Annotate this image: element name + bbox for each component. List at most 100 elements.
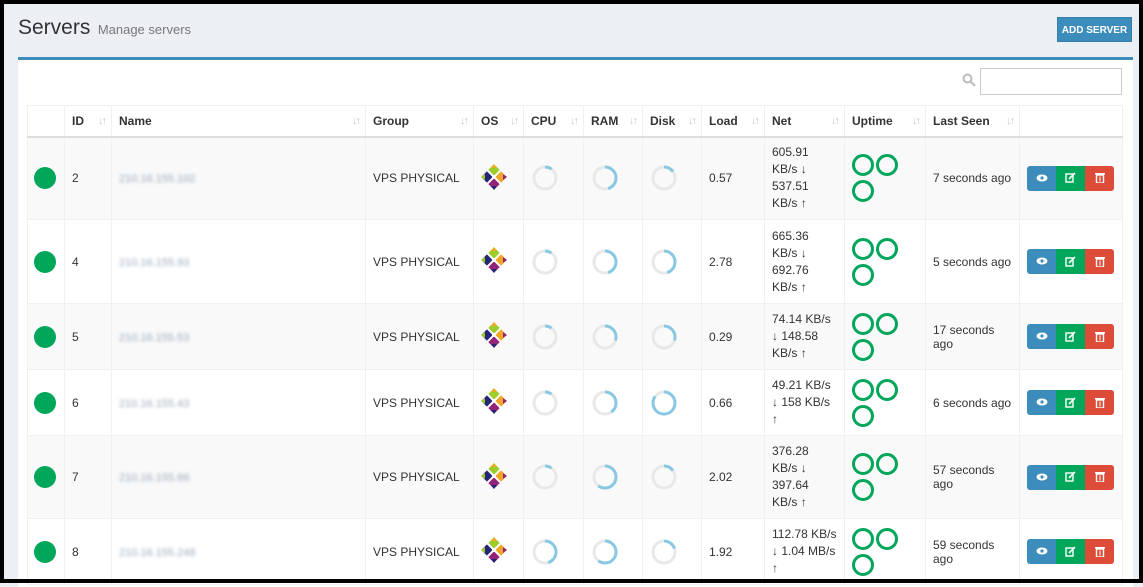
name-cell[interactable]: 210.16.155.248	[111, 518, 366, 585]
delete-button[interactable]	[1085, 324, 1114, 349]
sort-arrows-icon[interactable]: ↓↑	[629, 115, 638, 127]
disk-usage-ring	[651, 464, 677, 490]
sort-arrows-icon[interactable]: ↓↑	[831, 115, 840, 127]
delete-button[interactable]	[1085, 165, 1114, 191]
id-cell: 4	[64, 219, 112, 304]
view-button[interactable]	[1027, 249, 1056, 274]
sort-arrows-icon[interactable]: ↓↑	[460, 115, 469, 127]
sort-arrows-icon[interactable]: ↓↑	[688, 115, 697, 127]
header-ram[interactable]: RAM ↓↑	[583, 105, 643, 138]
uptime-ring-icon	[876, 527, 898, 550]
eye-icon	[1036, 257, 1047, 265]
uptime-rings	[852, 152, 908, 204]
load-cell: 1.92	[701, 518, 765, 585]
server-name-link[interactable]: 210.16.155.43	[119, 398, 189, 410]
header-last-seen[interactable]: Last Seen ↓↑	[925, 105, 1020, 138]
uptime-cell	[844, 518, 926, 585]
view-button[interactable]	[1027, 165, 1056, 191]
group-cell: VPS PHYSICAL	[365, 518, 474, 585]
sort-arrows-icon[interactable]: ↓↑	[751, 115, 760, 127]
name-cell[interactable]: 210.16.155.102	[111, 136, 366, 220]
load-cell: 0.57	[701, 136, 765, 220]
delete-button[interactable]	[1085, 539, 1114, 564]
header-label: Net	[772, 113, 792, 128]
edit-button[interactable]	[1056, 464, 1085, 490]
net-up-value: 148.58 KB/s	[772, 329, 819, 360]
actions-cell	[1019, 219, 1123, 304]
view-button[interactable]	[1027, 539, 1056, 564]
sort-arrows-icon[interactable]: ↓↑	[1006, 115, 1015, 127]
edit-button[interactable]	[1056, 165, 1085, 191]
header-group[interactable]: Group ↓↑	[365, 105, 474, 138]
view-button[interactable]	[1027, 464, 1056, 490]
eye-icon	[1036, 398, 1047, 406]
sort-arrows-icon[interactable]: ↓↑	[510, 115, 519, 127]
last-seen-cell: 57 seconds ago	[925, 435, 1020, 519]
header-actions	[1019, 105, 1123, 138]
header-disk[interactable]: Disk ↓↑	[642, 105, 702, 138]
server-name-link[interactable]: 210.16.155.93	[119, 257, 189, 269]
edit-button[interactable]	[1056, 539, 1085, 564]
name-cell[interactable]: 210.16.155.93	[111, 219, 366, 304]
ram-cell	[583, 518, 643, 585]
load-cell: 0.66	[701, 369, 765, 436]
eye-icon	[1036, 332, 1047, 340]
sort-arrows-icon[interactable]: ↓↑	[352, 115, 361, 127]
header-status	[27, 105, 65, 138]
header-cpu[interactable]: CPU ↓↑	[523, 105, 584, 138]
header-os[interactable]: OS ↓↑	[473, 105, 524, 138]
os-cell	[473, 518, 524, 585]
edit-icon	[1065, 471, 1076, 482]
ram-usage-ring	[592, 165, 618, 191]
status-cell	[27, 518, 65, 585]
sort-arrows-icon[interactable]: ↓↑	[98, 115, 107, 127]
table-header-row: ID ↓↑ Name ↓↑ Group ↓↑ OS ↓↑ CPU ↓↑ RAM ↓↑ Disk ↓↑ Loa…	[27, 105, 1123, 138]
name-cell[interactable]: 210.16.155.43	[111, 369, 366, 436]
cpu-cell	[523, 369, 584, 436]
add-server-button[interactable]: ADD SERVER	[1057, 17, 1132, 42]
delete-button[interactable]	[1085, 249, 1114, 274]
header-uptime[interactable]: Uptime ↓↑	[844, 105, 926, 138]
status-online-dot	[34, 391, 56, 414]
sort-arrows-icon[interactable]: ↓↑	[570, 115, 579, 127]
edit-button[interactable]	[1056, 324, 1085, 349]
disk-cell	[642, 435, 702, 519]
uptime-ring-icon	[852, 154, 874, 177]
sort-arrows-icon[interactable]: ↓↑	[912, 115, 921, 127]
server-name-link[interactable]: 210.16.155.53	[119, 332, 189, 344]
group-cell: VPS PHYSICAL	[365, 136, 474, 220]
delete-button[interactable]	[1085, 464, 1114, 490]
uptime-ring-icon	[852, 527, 874, 550]
header-load[interactable]: Load ↓↑	[701, 105, 765, 138]
group-cell: VPS PHYSICAL	[365, 219, 474, 304]
ram-usage-ring	[592, 324, 618, 349]
view-button[interactable]	[1027, 390, 1056, 415]
edit-icon	[1065, 546, 1076, 557]
delete-button[interactable]	[1085, 390, 1114, 415]
server-name-link[interactable]: 210.16.155.66	[119, 472, 189, 484]
net-cell: 74.14 KB/s ↓ 148.58 KB/s ↑	[764, 303, 845, 370]
header-id[interactable]: ID ↓↑	[64, 105, 112, 138]
header-name[interactable]: Name ↓↑	[111, 105, 366, 138]
cpu-usage-ring	[532, 324, 558, 349]
table-row: 7 210.16.155.66 VPS PHYSICAL 2.02 376.28 KB/…	[27, 435, 1123, 519]
edit-button[interactable]	[1056, 390, 1085, 415]
header-net[interactable]: Net ↓↑	[764, 105, 845, 138]
search-input[interactable]	[980, 68, 1122, 95]
servers-table: ID ↓↑ Name ↓↑ Group ↓↑ OS ↓↑ CPU ↓↑ RAM ↓↑ Disk ↓↑ Loa…	[27, 105, 1123, 585]
uptime-ring-icon	[852, 479, 874, 501]
last-seen-cell: 5 seconds ago	[925, 219, 1020, 304]
cpu-cell	[523, 435, 584, 519]
server-name-link[interactable]: 210.16.155.102	[119, 173, 195, 185]
status-cell	[27, 136, 65, 220]
eye-icon	[1036, 174, 1047, 182]
edit-icon	[1065, 331, 1076, 342]
name-cell[interactable]: 210.16.155.66	[111, 435, 366, 519]
uptime-cell	[844, 369, 926, 436]
name-cell[interactable]: 210.16.155.53	[111, 303, 366, 370]
edit-button[interactable]	[1056, 249, 1085, 274]
view-button[interactable]	[1027, 324, 1056, 349]
cpu-usage-ring	[532, 165, 558, 191]
status-cell	[27, 219, 65, 304]
server-name-link[interactable]: 210.16.155.248	[119, 547, 195, 559]
